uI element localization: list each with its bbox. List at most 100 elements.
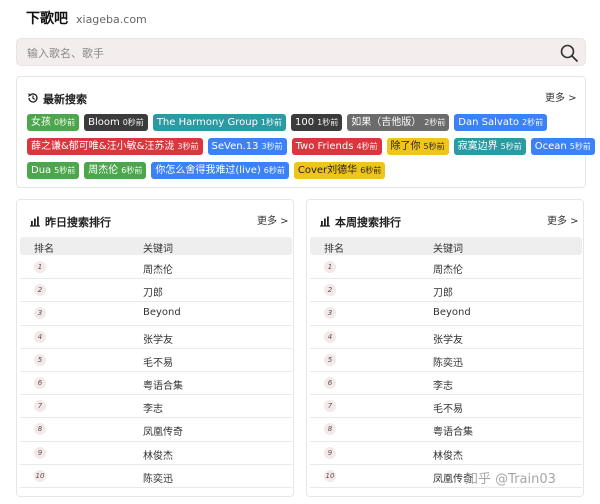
week-rank-header: 本周搜索排行 — [319, 212, 401, 231]
search-tag[interactable]: 周杰伦 6秒前 — [84, 162, 147, 179]
rank-keyword[interactable]: 林俊杰 — [143, 447, 173, 462]
yesterday-rank-title: 昨日搜索排行 — [45, 215, 111, 229]
search-tag[interactable]: Two Friends 4秒前 — [291, 138, 382, 155]
search-tag-time: 0秒前 — [54, 118, 76, 127]
rank-row[interactable]: 2 刀郎 — [310, 279, 582, 303]
rank-row[interactable]: 8 粤语合集 — [310, 418, 582, 442]
history-icon — [27, 89, 39, 108]
rank-row[interactable]: 3 Beyond — [20, 302, 292, 326]
rank-keyword[interactable]: 张学友 — [433, 331, 463, 346]
rank-row[interactable]: 3 Beyond — [310, 302, 582, 326]
search-tag[interactable]: 寂寞边界 5秒前 — [453, 138, 526, 155]
search-tag[interactable]: Cover刘德华 6秒前 — [293, 162, 386, 179]
rank-keyword[interactable]: 张学友 — [143, 331, 173, 346]
search-tag[interactable]: SeVen.13 3秒前 — [207, 138, 287, 155]
search-tag-time: 1秒前 — [260, 118, 283, 127]
tag-row: Dua 5秒前 周杰伦 6秒前 你怎么舍得我难过(live) 6秒前 Cover刘德华 6秒前 — [27, 162, 579, 179]
rank-keyword[interactable]: 粤语合集 — [433, 423, 473, 438]
rank-number: 9 — [324, 446, 336, 459]
rank-number: 2 — [34, 284, 46, 297]
search-tag-name: The Harmony Group — [156, 117, 258, 128]
rank-row[interactable]: 5 毛不易 — [20, 349, 292, 372]
search-input[interactable] — [27, 44, 537, 62]
search-tag[interactable]: 女孩 0秒前 — [27, 114, 80, 131]
search-tag[interactable]: 薛之谦&郁可唯&汪小敏&汪苏泷 3秒前 — [27, 138, 203, 155]
rank-keyword[interactable]: 刀郎 — [143, 284, 163, 299]
rank-row[interactable]: 9 林俊杰 — [20, 442, 292, 465]
search-tag[interactable]: 100 1秒前 — [291, 114, 343, 131]
rank-number: 4 — [34, 330, 46, 343]
yesterday-rank-card: 昨日搜索排行 更多 > 排名 关键词 1 周杰伦 2 刀郎 3 Beyond 4 张学友 5 毛不… — [16, 199, 294, 497]
rank-number: 4 — [324, 330, 336, 343]
rank-keyword[interactable]: 陈奕迅 — [433, 354, 463, 369]
rank-keyword[interactable]: 李志 — [433, 377, 453, 392]
rank-keyword[interactable]: 粤语合集 — [143, 377, 183, 392]
rank-number: 10 — [324, 469, 336, 482]
rank-row[interactable]: 1 周杰伦 — [310, 256, 582, 280]
rank-row[interactable]: 1 周杰伦 — [20, 256, 292, 280]
rank-row[interactable]: 7 李志 — [20, 395, 292, 419]
rank-keyword[interactable]: Beyond — [143, 307, 181, 318]
latest-more-link[interactable]: 更多 > — [545, 89, 577, 104]
rank-number: 8 — [34, 423, 46, 436]
yesterday-more-link[interactable]: 更多 > — [257, 212, 289, 227]
week-more-link[interactable]: 更多 > — [547, 212, 579, 227]
rank-number: 8 — [324, 423, 336, 436]
search-tag[interactable]: 如果（吉他版） 2秒前 — [347, 114, 450, 131]
rank-number: 3 — [324, 307, 336, 320]
rank-row[interactable]: 5 陈奕迅 — [310, 349, 582, 372]
rank-keyword[interactable]: 刀郎 — [433, 284, 453, 299]
rank-row[interactable]: 9 林俊杰 — [310, 442, 582, 465]
search-tag[interactable]: Dua 5秒前 — [27, 162, 80, 179]
rank-keyword[interactable]: 林俊杰 — [433, 447, 463, 462]
search-bar — [16, 38, 586, 66]
search-tag-name: Cover刘德华 — [297, 165, 358, 176]
rank-keyword[interactable]: 凤凰传奇 — [143, 423, 183, 438]
rank-row[interactable]: 4 张学友 — [310, 326, 582, 349]
rank-number: 6 — [34, 376, 46, 389]
search-tag[interactable]: Ocean 5秒前 — [530, 138, 595, 155]
search-tag-time: 6秒前 — [360, 166, 382, 175]
rank-keyword[interactable]: Beyond — [433, 307, 471, 318]
search-tag-time: 1秒前 — [317, 118, 339, 127]
search-tag-name: 寂寞边界 — [457, 141, 498, 152]
rank-keyword[interactable]: 陈奕迅 — [143, 470, 173, 485]
rank-row[interactable]: 6 粤语合集 — [20, 372, 292, 396]
search-icon[interactable] — [559, 43, 579, 63]
search-tag[interactable]: Bloom 0秒前 — [84, 114, 148, 131]
latest-tag-list: 女孩 0秒前 Bloom 0秒前 The Harmony Group 1秒前 100 1秒前如… — [27, 114, 595, 186]
rank-row[interactable]: 4 张学友 — [20, 326, 292, 349]
yesterday-rank-header: 昨日搜索排行 — [29, 212, 111, 231]
week-rank-card: 本周搜索排行 更多 > 排名 关键词 1 周杰伦 2 刀郎 3 Beyond 4 张学友 5 陈奕… — [306, 199, 584, 497]
rank-keyword[interactable]: 毛不易 — [433, 400, 463, 415]
rank-row[interactable]: 2 刀郎 — [20, 279, 292, 303]
rank-row[interactable]: 10 陈奕迅 — [20, 465, 292, 488]
tag-row: 女孩 0秒前 Bloom 0秒前 The Harmony Group 1秒前 100 1秒前如… — [27, 114, 579, 131]
rank-keyword[interactable]: 周杰伦 — [433, 261, 463, 276]
rank-keyword[interactable]: 毛不易 — [143, 354, 173, 369]
search-tag[interactable]: 你怎么舍得我难过(live) 6秒前 — [151, 162, 289, 179]
rank-keyword[interactable]: 周杰伦 — [143, 261, 173, 276]
rank-number: 10 — [34, 469, 46, 482]
rank-row[interactable]: 6 李志 — [310, 372, 582, 396]
rank-number: 9 — [34, 446, 46, 459]
yesterday-rank-list: 1 周杰伦 2 刀郎 3 Beyond 4 张学友 5 毛不易 6 粤语合集 7 李志 8 凤凰传奇 9 林俊杰 1… — [20, 256, 292, 488]
search-tag-time: 3秒前 — [177, 142, 199, 151]
rank-row[interactable]: 8 凤凰传奇 — [20, 418, 292, 442]
rank-number: 7 — [324, 400, 336, 413]
search-tag-name: 你怎么舍得我难过(live) — [155, 165, 261, 176]
rank-keyword[interactable]: 李志 — [143, 400, 163, 415]
search-tag[interactable]: The Harmony Group 1秒前 — [152, 114, 287, 131]
rank-number: 1 — [34, 261, 46, 273]
search-tag[interactable]: Dan Salvato 2秒前 — [454, 114, 548, 131]
search-tag-time: 5秒前 — [54, 166, 76, 175]
search-tag-name: Bloom — [88, 117, 120, 128]
search-tag-name: SeVen.13 — [211, 141, 259, 152]
rank-number: 5 — [34, 353, 46, 366]
search-tag[interactable]: 除了你 5秒前 — [386, 138, 449, 155]
search-tag-name: Two Friends — [295, 141, 354, 152]
site-domain: xiageba.com — [76, 13, 147, 26]
rank-row[interactable]: 7 毛不易 — [310, 395, 582, 419]
site-logo[interactable]: 下歌吧 — [26, 8, 68, 28]
search-tag-time: 3秒前 — [261, 142, 283, 151]
